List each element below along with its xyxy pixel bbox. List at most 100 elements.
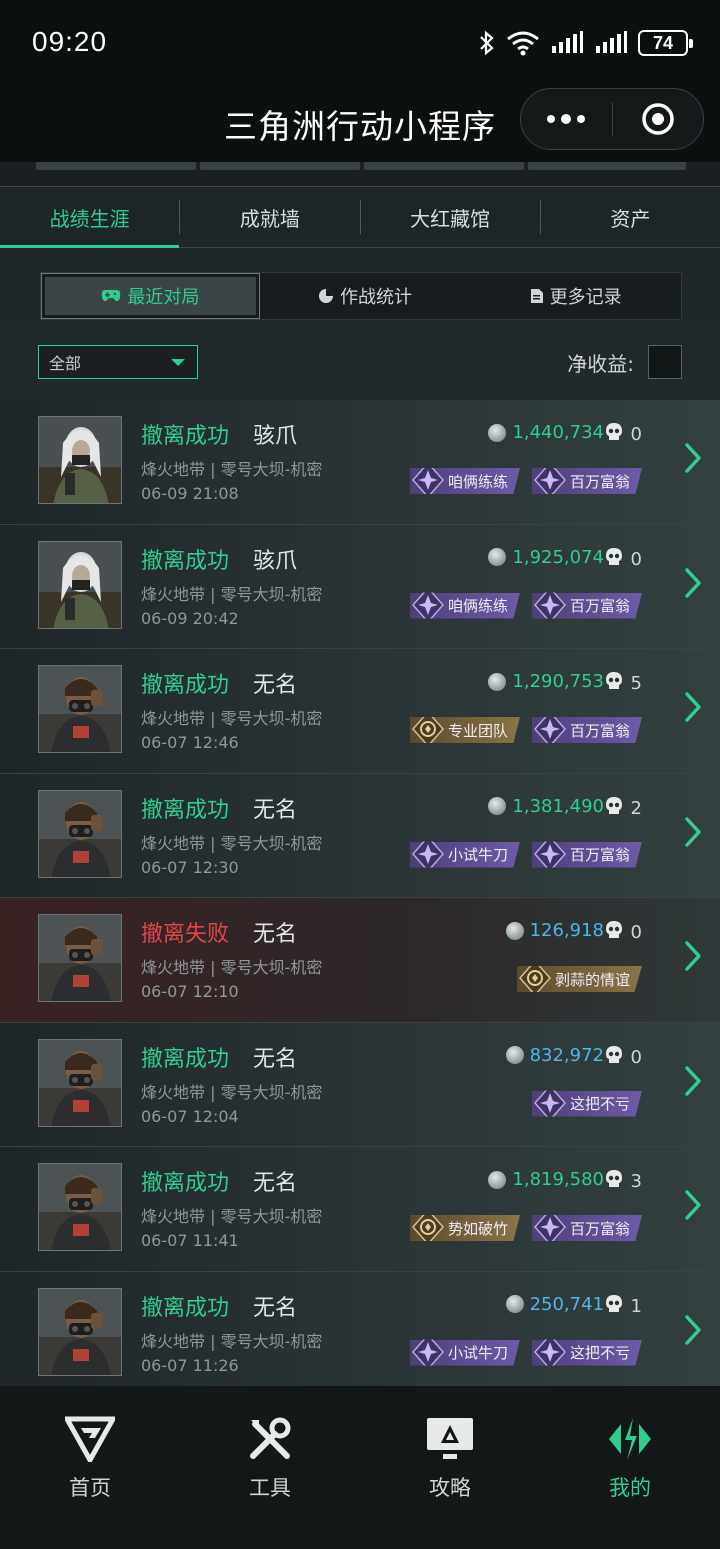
match-mode: 烽火地带 | 零号大坝-机密 — [141, 1082, 323, 1102]
kill-count-value: 1 — [630, 1295, 642, 1317]
match-value-amount: 1,381,490 — [512, 795, 604, 817]
match-value-amount: 250,741 — [529, 1293, 604, 1315]
purple-badge-icon — [411, 468, 444, 494]
badge: 这把不亏 — [531, 1090, 642, 1117]
badge-label: 百万富翁 — [569, 846, 630, 864]
badge: 百万富翁 — [531, 592, 642, 619]
chevron-right-icon[interactable] — [684, 1314, 702, 1350]
match-value: 126,918 — [505, 920, 604, 941]
operator-avatar — [38, 914, 122, 1002]
kill-count: 0 — [605, 920, 642, 945]
tab-collection[interactable]: 大红藏馆 — [361, 187, 540, 247]
operator-name: 无名 — [253, 1171, 298, 1196]
net-income-checkbox[interactable] — [648, 345, 682, 379]
match-value-amount: 1,925,074 — [512, 546, 604, 568]
operator-avatar — [38, 1287, 122, 1376]
match-status: 撤离成功 — [141, 673, 230, 698]
skull-icon — [605, 1169, 623, 1194]
close-button[interactable] — [613, 89, 704, 149]
badge-label: 百万富翁 — [569, 721, 630, 740]
badge-list: 剥蒜的情谊 — [516, 966, 642, 992]
chevron-right-icon[interactable] — [684, 816, 702, 852]
match-row[interactable]: 撤离成功 无名 烽火地带 | 零号大坝-机密 06-07 11:41 1,819… — [0, 1147, 720, 1272]
mode-filter-select[interactable]: 全部 — [38, 345, 198, 379]
match-row[interactable]: 撤离成功 无名 烽火地带 | 零号大坝-机密 06-07 12:30 1,381… — [0, 773, 720, 898]
coin-icon — [488, 423, 507, 442]
badge-label: 百万富翁 — [569, 472, 630, 491]
badge-list: 势如破竹 百万富翁 — [409, 1215, 642, 1241]
chevron-right-icon[interactable] — [684, 1065, 702, 1101]
skull-icon — [605, 1045, 623, 1070]
match-list: 撤离成功 骇爪 烽火地带 | 零号大坝-机密 06-09 21:08 1,440… — [0, 400, 720, 1386]
match-value: 1,819,580 — [488, 1169, 604, 1190]
nav-mine[interactable]: 我的 — [540, 1386, 720, 1549]
kill-count-value: 3 — [630, 1171, 642, 1192]
operator-name: 无名 — [253, 1295, 298, 1321]
subtab-more-records[interactable]: 更多记录 — [470, 273, 681, 319]
mini-program-capsule — [520, 88, 704, 150]
kill-count: 0 — [605, 1045, 642, 1070]
match-row[interactable]: 撤离成功 无名 烽火地带 | 零号大坝-机密 06-07 12:04 832,9… — [0, 1022, 720, 1147]
match-row[interactable]: 撤离成功 无名 烽火地带 | 零号大坝-机密 06-07 11:26 250,7… — [0, 1271, 720, 1386]
match-mode: 烽火地带 | 零号大坝-机密 — [141, 958, 323, 977]
match-row[interactable]: 撤离成功 骇爪 烽火地带 | 零号大坝-机密 06-09 20:42 1,925… — [0, 524, 720, 649]
match-row[interactable]: 撤离成功 无名 烽火地带 | 零号大坝-机密 06-07 12:46 1,290… — [0, 649, 720, 774]
chevron-right-icon[interactable] — [684, 567, 702, 603]
kill-count: 2 — [605, 796, 642, 821]
purple-badge-icon — [533, 1090, 566, 1117]
badge-label: 百万富翁 — [569, 1219, 630, 1238]
coin-icon — [488, 672, 507, 691]
badge: 百万富翁 — [531, 468, 642, 494]
operator-name: 无名 — [253, 1046, 298, 1072]
coin-icon — [488, 1170, 507, 1189]
chevron-right-icon[interactable] — [684, 940, 702, 976]
filter-value: 全部 — [49, 354, 82, 373]
match-time: 06-07 12:46 — [141, 733, 239, 752]
coin-icon — [505, 1295, 524, 1313]
nav-label: 我的 — [609, 1476, 651, 1500]
nav-guide[interactable]: 攻略 — [360, 1386, 540, 1549]
nav-label: 攻略 — [429, 1476, 471, 1500]
badge: 专业团队 — [409, 717, 520, 743]
kill-count-value: 0 — [630, 548, 642, 570]
kill-count: 5 — [605, 671, 642, 696]
badge-label: 小试牛刀 — [447, 1344, 508, 1362]
subtab-recent-matches[interactable]: 最近对局 — [41, 273, 260, 319]
wifi-icon — [506, 30, 540, 56]
match-value: 1,440,734 — [488, 422, 604, 443]
signal-icon — [550, 31, 584, 55]
match-mode: 烽火地带 | 零号大坝-机密 — [141, 833, 323, 853]
match-status: 撤离成功 — [141, 797, 230, 823]
tab-career[interactable]: 战绩生涯 — [0, 187, 180, 248]
tab-assets[interactable]: 资产 — [541, 187, 720, 247]
more-button[interactable] — [521, 89, 612, 149]
chevron-right-icon[interactable] — [684, 691, 702, 727]
purple-badge-icon — [411, 1339, 444, 1366]
match-time: 06-07 12:04 — [141, 1106, 239, 1126]
coin-icon — [505, 921, 524, 940]
badge: 咱俩练练 — [409, 592, 520, 619]
subtab-label: 更多记录 — [549, 287, 622, 308]
kill-count-value: 2 — [630, 797, 642, 819]
nav-home[interactable]: 首页 — [0, 1386, 180, 1549]
subtab-battle-stats[interactable]: 作战统计 — [260, 273, 471, 319]
badge-label: 百万富翁 — [569, 597, 630, 615]
sub-tabs: 最近对局 作战统计 更多记录 — [40, 272, 682, 320]
coin-icon — [488, 548, 507, 566]
status-bar: 09:20 74 — [0, 0, 720, 86]
operator-avatar — [38, 540, 122, 629]
match-row[interactable]: 撤离失败 无名 烽火地带 | 零号大坝-机密 06-07 12:10 126,9… — [0, 898, 720, 1023]
nav-tools[interactable]: 工具 — [180, 1386, 360, 1549]
match-status: 撤离成功 — [141, 1171, 230, 1196]
badge: 小试牛刀 — [409, 841, 520, 868]
kill-count: 0 — [605, 547, 642, 572]
tab-achievements[interactable]: 成就墙 — [180, 187, 359, 247]
chevron-right-icon[interactable] — [684, 1189, 702, 1225]
match-value: 832,972 — [505, 1045, 604, 1066]
gold-badge-icon — [411, 717, 444, 743]
more-dots-icon — [547, 115, 556, 123]
match-value-amount: 126,918 — [529, 920, 604, 941]
match-row[interactable]: 撤离成功 骇爪 烽火地带 | 零号大坝-机密 06-09 21:08 1,440… — [0, 400, 720, 525]
badge-label: 小试牛刀 — [447, 846, 508, 864]
chevron-right-icon[interactable] — [684, 442, 702, 478]
